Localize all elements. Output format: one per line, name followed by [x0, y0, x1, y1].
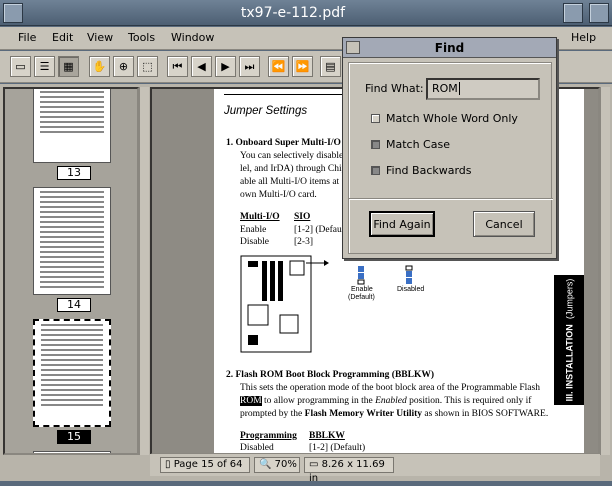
find-what-input[interactable]: ROM	[426, 78, 540, 100]
dialog-menu-button[interactable]	[346, 41, 360, 54]
motherboard-diagram	[240, 255, 329, 353]
menu-window[interactable]: Window	[171, 31, 214, 44]
jumper-enable-icon	[357, 266, 365, 285]
item2-line: prompted by the Flash Memory Writer Util…	[240, 409, 549, 419]
table2-header: BBLKW	[309, 431, 345, 441]
table-cell: [1-2] (Default	[294, 225, 348, 235]
text-select-icon[interactable]: ⬚	[137, 56, 158, 77]
find-dialog-title: Find	[343, 38, 556, 58]
page-indicator[interactable]: ▯ Page 15 of 64	[160, 457, 250, 473]
window-menu-button[interactable]	[3, 2, 23, 23]
menu-help[interactable]: Help	[571, 31, 596, 44]
menu-tools[interactable]: Tools	[128, 31, 155, 44]
next-page-icon[interactable]: ▶	[215, 56, 236, 77]
jumper-default-label: (Default)	[348, 294, 375, 301]
item1-line: own Multi-I/O card.	[240, 190, 317, 200]
zoom-tool-icon[interactable]: ⊕	[113, 56, 134, 77]
jumper-disabled-icon	[405, 265, 413, 284]
page-only-view-icon[interactable]: ▭	[10, 56, 31, 77]
item2-line: This sets the operation mode of the boot…	[240, 383, 540, 393]
thumbnails-view-icon[interactable]: ▦	[58, 56, 79, 77]
item2-line: ROM to allow programming in the Enabled …	[240, 396, 532, 406]
cancel-button[interactable]: Cancel	[473, 211, 535, 237]
match-case-checkbox[interactable]: Match Case	[371, 138, 450, 151]
thumbnail-page-15[interactable]	[33, 319, 111, 427]
menu-view[interactable]: View	[87, 31, 113, 44]
item1-title: 1. Onboard Super Multi-I/O S	[226, 138, 349, 148]
thumbnail-page-16[interactable]	[33, 451, 111, 453]
zoom-indicator[interactable]: 🔍 70%	[254, 457, 300, 473]
thumbnail-panel: 13 14 15	[3, 87, 139, 455]
find-backwards-checkbox[interactable]: Find Backwards	[371, 164, 472, 177]
window-title: tx97-e-112.pdf	[240, 4, 346, 21]
section-side-tab: III. INSTALLATION (Jumpers)	[554, 275, 584, 405]
find-dialog-body: Find What: ROM Match Whole Word Only Mat…	[348, 62, 553, 254]
table-header: Multi-I/O	[240, 212, 280, 222]
go-forward-icon[interactable]: ⏩	[292, 56, 313, 77]
find-dialog: Find Find What: ROM Match Whole Word Onl…	[342, 37, 557, 259]
first-page-icon[interactable]: ⏮	[167, 56, 188, 77]
item1-line: You can selectively disable e	[240, 151, 350, 161]
table-cell: Enable	[240, 225, 267, 235]
page-heading: Jumper Settings	[224, 105, 308, 117]
thumbnail-scrollbar[interactable]	[139, 87, 149, 455]
thumbnail-label[interactable]: 14	[57, 298, 91, 312]
find-what-label: Find What:	[365, 82, 424, 95]
jumper-disabled-label: Disabled	[397, 286, 425, 293]
find-again-button[interactable]: Find Again	[369, 211, 435, 237]
thumbnail-label[interactable]: 13	[57, 166, 91, 180]
table-cell: [2-3]	[294, 237, 313, 247]
menu-edit[interactable]: Edit	[52, 31, 73, 44]
thumbnail-page-13[interactable]	[33, 89, 111, 163]
table-header: SIO	[294, 212, 311, 222]
last-page-icon[interactable]: ⏭	[239, 56, 260, 77]
status-bar: ▯ Page 15 of 64 🔍 70% ▭ 8.26 x 11.69 in	[150, 454, 600, 484]
maximize-button[interactable]	[589, 2, 609, 23]
match-whole-word-checkbox[interactable]: Match Whole Word Only	[371, 112, 518, 125]
table2-header: Programming	[240, 431, 297, 441]
thumbnail-page-14[interactable]	[33, 187, 111, 295]
item1-line: lel, and IrDA) through Chips	[240, 164, 351, 174]
item1-line: able all Multi-I/O items at on	[240, 177, 352, 187]
menu-file[interactable]: File	[18, 31, 36, 44]
dialog-separator	[349, 198, 553, 200]
table2-cell: [1-2] (Default)	[309, 443, 366, 453]
page-size-indicator: ▭ 8.26 x 11.69 in	[304, 457, 394, 484]
document-scrollbar[interactable]	[600, 87, 610, 455]
title-bar: tx97-e-112.pdf	[0, 0, 612, 26]
table-cell: Disable	[240, 237, 270, 247]
hand-tool-icon[interactable]: ✋	[89, 56, 110, 77]
table2-cell: Disabled	[240, 443, 274, 453]
bookmarks-view-icon[interactable]: ☰	[34, 56, 55, 77]
previous-page-icon[interactable]: ◀	[191, 56, 212, 77]
search-highlight: ROM	[240, 396, 262, 406]
go-back-icon[interactable]: ⏪	[268, 56, 289, 77]
document-icon[interactable]: ▤	[320, 56, 341, 77]
minimize-button[interactable]	[563, 2, 583, 23]
jumper-enable-label: Enable	[351, 286, 373, 293]
thumbnail-label-current[interactable]: 15	[57, 430, 91, 444]
item2-title: 2. Flash ROM Boot Block Programming (BBL…	[226, 370, 435, 380]
